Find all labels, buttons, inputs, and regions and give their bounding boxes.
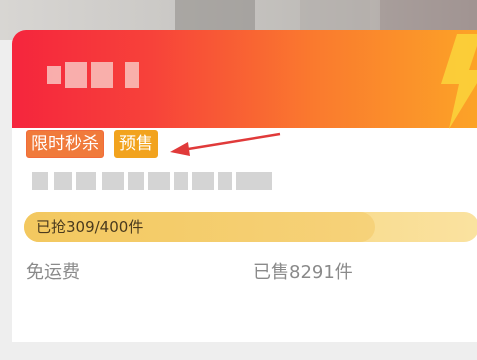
flash-sale-tag: 限时秒杀 [26, 130, 104, 158]
blurred-product-title [24, 168, 279, 194]
lightning-bolt-icon [441, 34, 477, 129]
presale-tag: 预售 [114, 130, 158, 158]
red-arrow-icon [170, 132, 281, 156]
claim-progress-bar: 已抢309/400件 [24, 212, 477, 242]
blurred-banner-text [47, 60, 167, 90]
shipping-info: 免运费 [26, 262, 80, 283]
flash-sale-banner [12, 30, 477, 129]
sold-count: 已售8291件 [253, 262, 353, 283]
progress-label: 已抢309/400件 [36, 218, 144, 236]
